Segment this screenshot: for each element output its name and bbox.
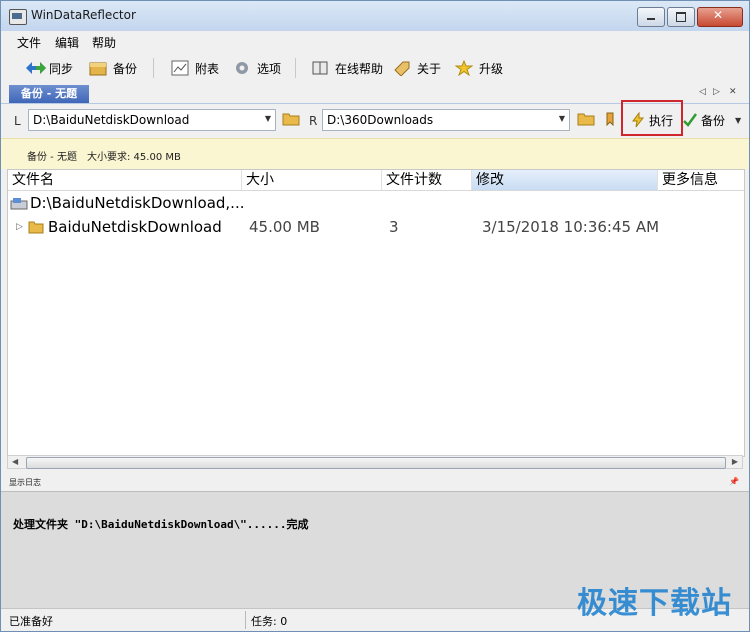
- upgrade-button[interactable]: 升级: [454, 58, 503, 78]
- close-button[interactable]: [697, 7, 743, 27]
- chevron-down-icon[interactable]: ▼: [559, 114, 565, 123]
- menu-help[interactable]: 帮助: [92, 34, 116, 51]
- checkmark-icon: [683, 112, 698, 128]
- tag-icon: [393, 60, 411, 77]
- backup-run-button[interactable]: 备份: [683, 110, 725, 130]
- group-label: D:\BaiduNetdiskDownload,...: [30, 194, 245, 212]
- backup-box-icon: [89, 60, 107, 76]
- table-row[interactable]: ▷ BaiduNetdiskDownload 45.00 MB 3 3/15/2…: [8, 216, 744, 238]
- left-path-combo[interactable]: D:\BaiduNetdiskDownload ▼: [28, 109, 276, 131]
- pin-icon[interactable]: 📌: [729, 477, 739, 486]
- about-button[interactable]: 关于: [393, 58, 441, 78]
- scroll-right-icon[interactable]: ▶: [732, 457, 738, 466]
- tab-backup-untitled[interactable]: 备份 - 无题: [9, 85, 89, 103]
- book-icon: [311, 60, 329, 76]
- schedule-button[interactable]: 附表: [171, 58, 219, 78]
- right-folder-icon[interactable]: [577, 112, 595, 126]
- col-file-count[interactable]: 文件计数: [382, 170, 472, 190]
- status-tasks: 任务: 0: [251, 615, 288, 628]
- maximize-button[interactable]: [667, 7, 695, 27]
- app-window: WinDataReflector 文件 编辑 帮助 同步 备份: [0, 0, 750, 632]
- log-label[interactable]: 显示日志: [9, 477, 41, 488]
- col-filename[interactable]: 文件名: [8, 170, 242, 190]
- log-line: 处理文件夹 "D:\BaiduNetdiskDownload\"......完成: [13, 518, 309, 531]
- toolbar: 同步 备份 附表 选项 在线帮助 关于 升级: [1, 52, 749, 84]
- row-name: BaiduNetdiskDownload: [48, 218, 222, 236]
- menu-bar: 文件 编辑 帮助: [1, 31, 749, 51]
- expand-arrow-icon[interactable]: ▷: [16, 216, 23, 238]
- info-size: 大小要求: 45.00 MB: [87, 152, 181, 163]
- bookmark-icon[interactable]: [605, 112, 615, 127]
- gear-icon: [233, 60, 251, 76]
- left-folder-icon[interactable]: [282, 112, 300, 126]
- chevron-down-icon[interactable]: ▼: [265, 114, 271, 123]
- tab-prev-icon[interactable]: ◁: [699, 87, 706, 97]
- scroll-left-icon[interactable]: ◀: [12, 457, 18, 466]
- row-count: 3: [389, 218, 399, 236]
- backup-button[interactable]: 备份: [89, 58, 137, 78]
- app-icon: [9, 9, 27, 25]
- execute-highlight-box: [621, 100, 683, 136]
- folder-icon: [28, 219, 44, 235]
- tab-close-icon[interactable]: ✕: [729, 87, 737, 97]
- sync-arrows-icon: [25, 60, 46, 76]
- col-modified[interactable]: 修改: [472, 170, 658, 190]
- schedule-chart-icon: [171, 60, 189, 76]
- minimize-button[interactable]: [637, 7, 665, 27]
- row-size: 45.00 MB: [249, 218, 320, 236]
- right-label: R: [309, 114, 318, 128]
- title-bar[interactable]: WinDataReflector: [1, 1, 749, 31]
- window-title: WinDataReflector: [31, 8, 136, 22]
- col-size[interactable]: 大小: [242, 170, 382, 190]
- menu-file[interactable]: 文件: [17, 34, 41, 51]
- scroll-thumb[interactable]: [26, 457, 726, 469]
- left-label: L: [14, 114, 21, 128]
- star-icon: [454, 59, 474, 77]
- file-table: 文件名 大小 文件计数 修改 更多信息 D:\BaiduNetdiskDownl…: [7, 169, 745, 457]
- sync-button[interactable]: 同步: [25, 58, 73, 78]
- table-header: 文件名 大小 文件计数 修改 更多信息: [8, 170, 744, 191]
- row-modified: 3/15/2018 10:36:45 AM: [482, 218, 660, 236]
- tab-next-icon[interactable]: ▷: [713, 87, 720, 97]
- info-bar: 备份 - 无题 大小要求: 45.00 MB: [1, 138, 749, 169]
- more-chevron-icon[interactable]: ▼: [735, 116, 741, 125]
- online-help-button[interactable]: 在线帮助: [311, 58, 383, 78]
- right-path-combo[interactable]: D:\360Downloads ▼: [322, 109, 570, 131]
- options-button[interactable]: 选项: [233, 58, 281, 78]
- horizontal-scrollbar[interactable]: ◀ ▶: [7, 455, 743, 469]
- col-more-info[interactable]: 更多信息: [658, 170, 744, 190]
- status-ready: 已准备好: [9, 615, 53, 628]
- drive-icon: [10, 195, 28, 211]
- menu-edit[interactable]: 编辑: [55, 34, 79, 51]
- watermark-logo: 极速下载站: [577, 586, 732, 621]
- info-title: 备份 - 无题: [27, 152, 77, 163]
